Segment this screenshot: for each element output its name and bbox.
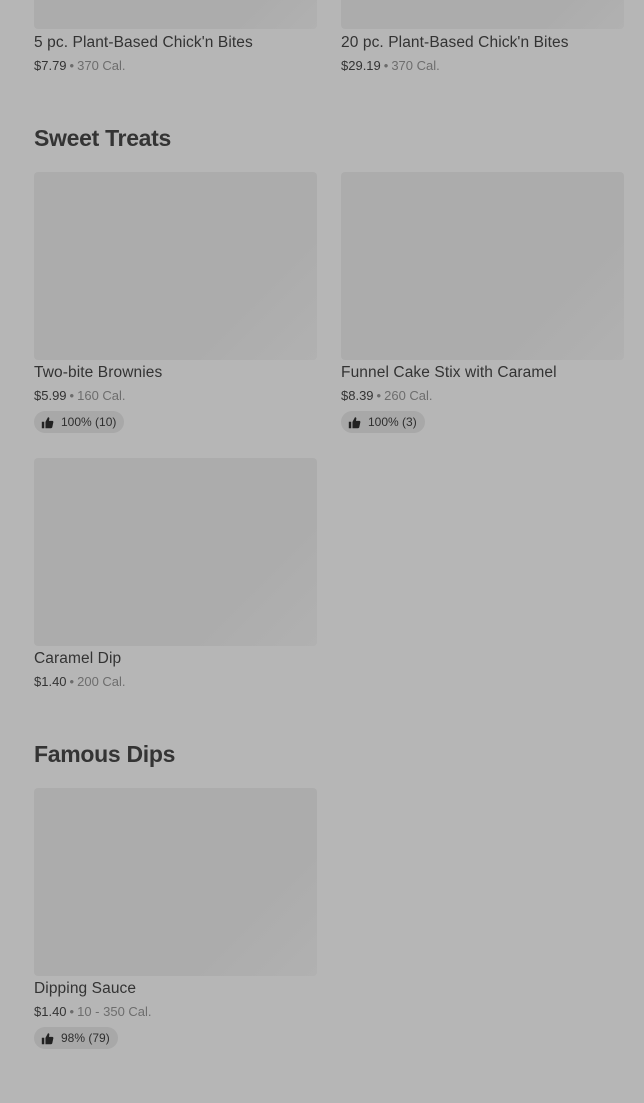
rating-badge: 98% (79) <box>34 1027 118 1049</box>
meta-separator: • <box>383 58 389 73</box>
item-price: $5.99 <box>34 388 67 403</box>
item-price: $8.39 <box>341 388 374 403</box>
rating-text: 100% (10) <box>61 415 117 429</box>
item-meta: $7.79 • 370 Cal. <box>34 58 126 73</box>
item-image[interactable] <box>34 0 317 29</box>
meta-separator: • <box>69 1004 75 1019</box>
item-image[interactable] <box>341 172 624 360</box>
item-image[interactable] <box>34 172 317 360</box>
item-calories: 160 Cal. <box>77 388 126 403</box>
item-price: $1.40 <box>34 1004 67 1019</box>
item-meta: $1.40 • 10 - 350 Cal. <box>34 1004 152 1019</box>
item-name: Funnel Cake Stix with Caramel <box>341 364 557 381</box>
item-calories: 260 Cal. <box>384 388 433 403</box>
item-calories: 370 Cal. <box>77 58 126 73</box>
item-calories: 370 Cal. <box>391 58 440 73</box>
item-name: 5 pc. Plant-Based Chick'n Bites <box>34 34 253 51</box>
item-name: Two-bite Brownies <box>34 364 163 381</box>
item-name: Dipping Sauce <box>34 980 137 997</box>
item-meta: $8.39 • 260 Cal. <box>341 388 433 403</box>
thumbs-up-icon <box>41 1032 54 1044</box>
meta-separator: • <box>69 58 75 73</box>
item-price: $1.40 <box>34 674 67 689</box>
rating-text: 100% (3) <box>368 415 417 429</box>
item-meta: $1.40 • 200 Cal. <box>34 674 126 689</box>
item-image[interactable] <box>34 458 317 646</box>
item-meta: $5.99 • 160 Cal. <box>34 388 126 403</box>
rating-badge: 100% (10) <box>34 411 125 433</box>
item-name: 20 pc. Plant-Based Chick'n Bites <box>341 34 569 51</box>
item-image[interactable] <box>34 788 317 976</box>
meta-separator: • <box>69 388 75 403</box>
item-image[interactable] <box>341 0 624 29</box>
item-price: $29.19 <box>341 58 381 73</box>
item-price: $7.79 <box>34 58 67 73</box>
section-title: Famous Dips <box>34 741 176 767</box>
meta-separator: • <box>69 674 75 689</box>
item-calories: 10 - 350 Cal. <box>77 1004 152 1019</box>
rating-text: 98% (79) <box>61 1031 110 1045</box>
item-meta: $29.19 • 370 Cal. <box>341 58 440 73</box>
thumbs-up-icon <box>41 416 54 428</box>
rating-badge: 100% (3) <box>341 411 425 433</box>
item-name: Caramel Dip <box>34 650 122 667</box>
item-calories: 200 Cal. <box>77 674 126 689</box>
thumbs-up-icon <box>348 416 361 428</box>
menu-page: 5 pc. Plant-Based Chick'n Bites $7.79 • 37… <box>0 0 644 1103</box>
section-title: Sweet Treats <box>34 125 172 151</box>
meta-separator: • <box>376 388 382 403</box>
